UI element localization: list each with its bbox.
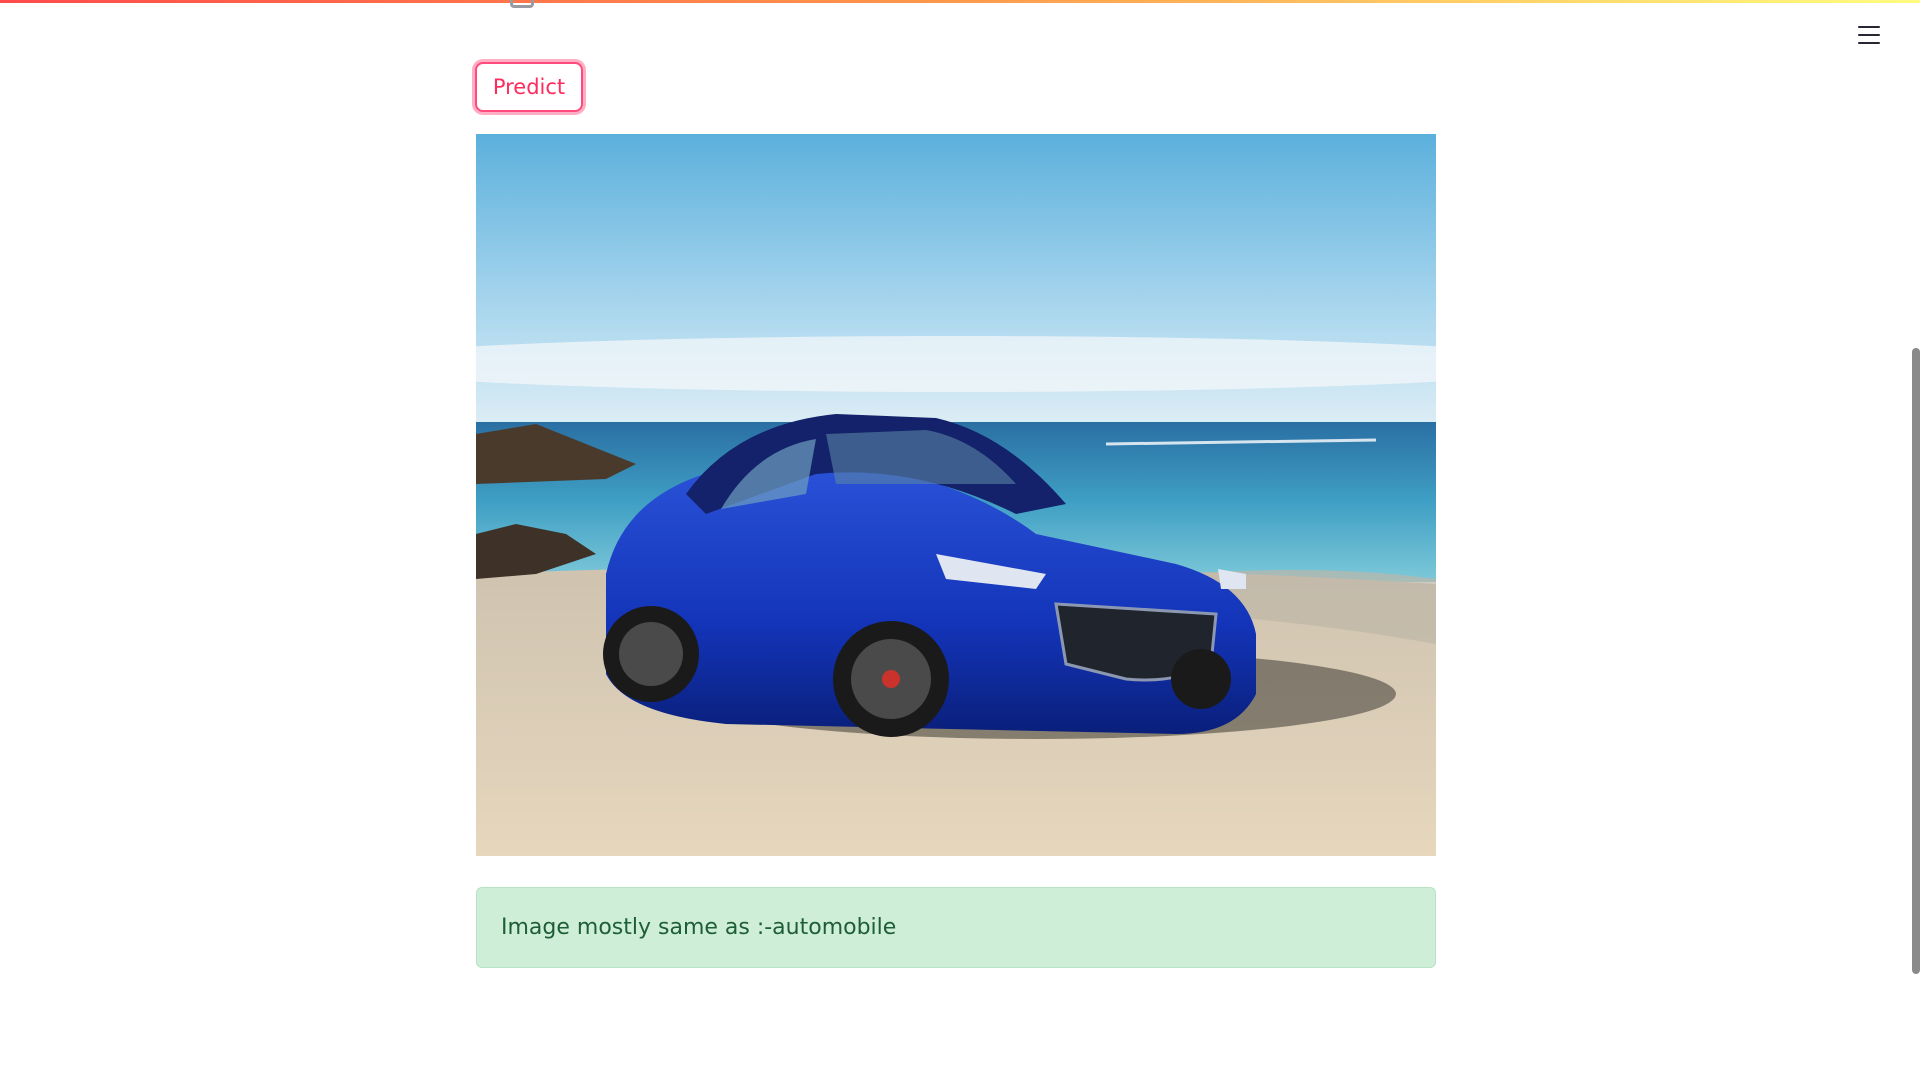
- prediction-result-alert: Image mostly same as :-automobile: [476, 887, 1436, 968]
- prediction-result-text: Image mostly same as :-automobile: [501, 915, 897, 940]
- top-decoration-bar: [0, 0, 1920, 3]
- checkbox-remnant[interactable]: [510, 0, 534, 8]
- scrollbar-thumb[interactable]: [1912, 348, 1920, 974]
- uploaded-image: [476, 134, 1436, 856]
- hamburger-menu-icon[interactable]: [1858, 26, 1880, 44]
- predict-button[interactable]: Predict: [475, 62, 583, 112]
